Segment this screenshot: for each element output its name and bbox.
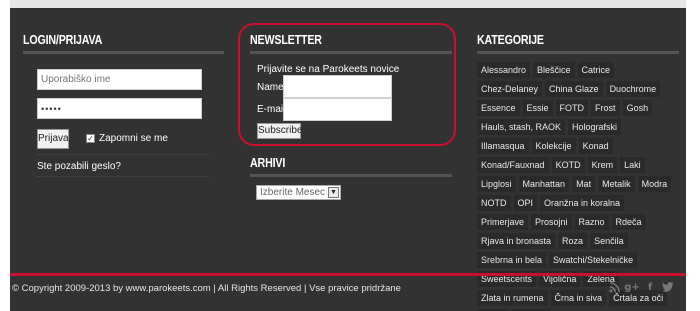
login-title-rule [23, 51, 224, 54]
social-links: g+ f [608, 281, 674, 293]
category-tag[interactable]: Krem [587, 157, 618, 173]
category-tag[interactable]: Roza [558, 233, 588, 249]
newsletter-intro: Prijavite se na Parokeets novice [257, 64, 400, 75]
category-tag[interactable]: Laki [620, 157, 645, 173]
newsletter-widget: NEWSLETTER [250, 32, 450, 47]
rss-icon[interactable] [608, 281, 620, 293]
page-right-margin [686, 0, 700, 311]
categories-title-rule [477, 51, 679, 54]
copyright-text: © Copyright 2009-2013 by www.parokeets.c… [12, 283, 401, 294]
categories-title: KATEGORIJE [477, 32, 544, 47]
category-tag[interactable]: Bleščice [533, 62, 575, 78]
top-strip [10, 0, 691, 8]
category-tag[interactable]: Konad [578, 138, 613, 154]
category-tag[interactable]: Prosojni [531, 214, 572, 230]
category-tag[interactable]: Duochrome [605, 81, 661, 97]
category-tag[interactable]: NOTD [477, 195, 511, 211]
chevron-down-icon[interactable]: ▼ [328, 187, 339, 198]
category-tag[interactable]: Alessandro [477, 62, 531, 78]
login-title: LOGIN/PRIJAVA [23, 32, 103, 47]
newsletter-email-label: E-mail [257, 104, 286, 115]
category-tag[interactable]: Senčila [590, 233, 628, 249]
newsletter-title-rule [250, 51, 452, 54]
category-tag[interactable]: Chez-Delaney [477, 81, 543, 97]
category-tag[interactable]: Primerjave [477, 214, 529, 230]
categories-widget: KATEGORIJE [477, 32, 677, 47]
archive-title-rule [250, 174, 452, 177]
archive-widget: ARHIVI [250, 155, 450, 170]
category-tag[interactable]: FOTD [555, 100, 589, 116]
category-tag[interactable]: Catrice [577, 62, 615, 78]
archive-title: ARHIVI [250, 155, 286, 170]
login-divider [37, 154, 210, 155]
category-tag[interactable]: Swatchi/Stekelničke [549, 252, 638, 268]
archive-month-select[interactable]: Izberite Mesec ▼ [256, 185, 341, 200]
category-tag[interactable]: Essence [477, 100, 520, 116]
category-tag[interactable]: Mat [572, 176, 596, 192]
category-tag[interactable]: Hauls, stash, RAOK [477, 119, 566, 135]
twitter-icon[interactable] [662, 281, 674, 293]
facebook-icon[interactable]: f [644, 281, 656, 293]
category-tag[interactable]: Illamasqua [477, 138, 529, 154]
category-tag[interactable]: KOTD [551, 157, 585, 173]
archive-select-value: Izberite Mesec [260, 187, 326, 198]
password-field[interactable]: ••••• [37, 98, 202, 119]
category-tag[interactable]: Črna in siva [550, 290, 607, 306]
remember-checkbox[interactable]: ✓ [86, 134, 95, 143]
newsletter-email-input[interactable] [283, 98, 392, 121]
category-tag[interactable]: Lipglosi [477, 176, 516, 192]
username-input[interactable] [37, 69, 202, 90]
category-tag[interactable]: Modra [637, 176, 672, 192]
category-tag[interactable]: Oranžna in koralna [540, 195, 625, 211]
category-tag[interactable]: China Glaze [545, 81, 603, 97]
category-tag[interactable]: Gosh [622, 100, 653, 116]
category-tag[interactable]: Manhattan [518, 176, 570, 192]
category-tag[interactable]: Frost [591, 100, 620, 116]
category-tag[interactable]: Holografski [568, 119, 622, 135]
category-tag[interactable]: Zlata in rumena [477, 290, 548, 306]
newsletter-title: NEWSLETTER [250, 32, 322, 47]
footer-accent-rule [10, 273, 686, 276]
category-tag[interactable]: Konad/Fauxnad [477, 157, 549, 173]
category-tag[interactable]: Rjava in bronasta [477, 233, 556, 249]
category-tag[interactable]: Rdeča [611, 214, 646, 230]
category-tag[interactable]: Essie [522, 100, 553, 116]
remember-label: Zapomni se me [99, 133, 168, 144]
category-tag[interactable]: Srebrna in bela [477, 252, 547, 268]
category-tag[interactable]: Kolekcije [531, 138, 576, 154]
category-tag[interactable]: Razno [574, 214, 609, 230]
newsletter-name-label: Name [257, 82, 284, 93]
footer-widgets-area: LOGIN/PRIJAVA ••••• Prijava ✓ Zapomni se… [10, 8, 691, 311]
category-tag[interactable]: OPI [513, 195, 538, 211]
newsletter-name-input[interactable] [283, 75, 392, 98]
login-divider-bottom [37, 176, 210, 177]
remember-me[interactable]: ✓ Zapomni se me [86, 133, 168, 144]
category-tag[interactable]: Metalik [598, 176, 635, 192]
login-widget: LOGIN/PRIJAVA [23, 32, 223, 47]
forgot-password-link[interactable]: Ste pozabili geslo? [37, 161, 121, 172]
subscribe-button[interactable]: Subscribe [257, 123, 302, 139]
google-plus-icon[interactable]: g+ [624, 281, 640, 293]
login-submit-button[interactable]: Prijava [37, 129, 69, 149]
